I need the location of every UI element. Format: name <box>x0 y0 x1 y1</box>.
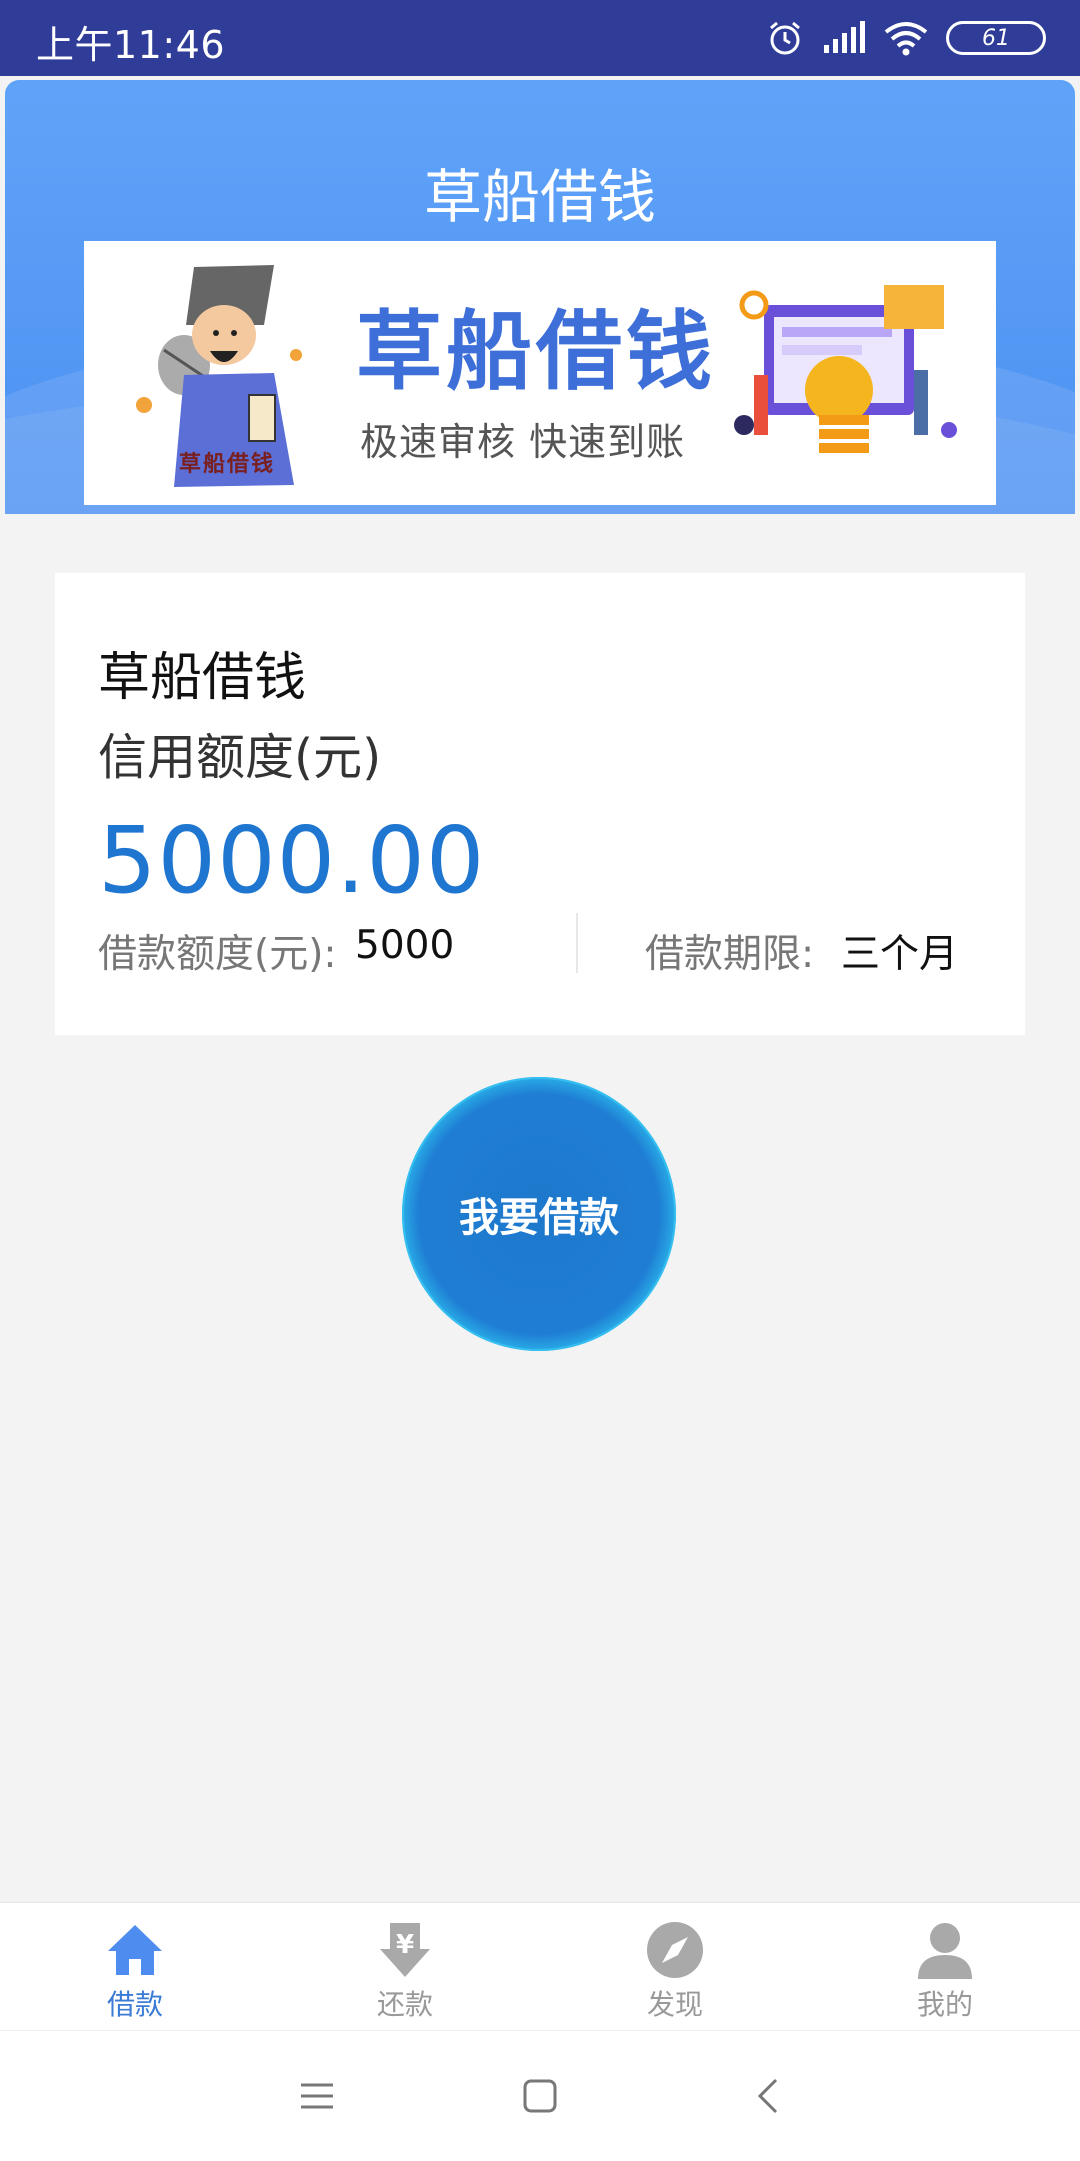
yen-download-icon: ¥ <box>374 1919 436 1981</box>
page-title: 草船借钱 <box>423 163 656 231</box>
tab-repay[interactable]: ¥ 还款 <box>270 1903 540 2031</box>
credit-card-panel: 草船借钱 信用额度(元) 5000.00 借款额度(元): 5000 借款期限:… <box>55 573 1025 1035</box>
tab-discover[interactable]: 发现 <box>540 1903 810 2031</box>
status-bar: 上午11:46 61 <box>0 0 1080 76</box>
banner-brand: 草船借钱 <box>356 302 716 402</box>
mascot-caption: 草船借钱 <box>179 452 276 477</box>
signal-icon <box>824 21 865 53</box>
finance-illustration <box>734 285 957 453</box>
tab-mine[interactable]: 我的 <box>810 1903 1080 2031</box>
loan-term-label: 借款期限: <box>645 932 815 977</box>
loan-limit-value: 5000 <box>355 923 455 968</box>
card-title: 草船借钱 <box>98 648 307 708</box>
banner-slogan: 极速审核 快速到账 <box>360 420 686 464</box>
credit-amount: 5000.00 <box>98 807 486 914</box>
tab-label: 发现 <box>646 1988 703 2021</box>
divider <box>576 913 578 973</box>
loan-limit-label: 借款额度(元): <box>98 932 337 977</box>
wifi-icon <box>884 22 928 56</box>
loan-term-value: 三个月 <box>841 932 959 977</box>
credit-limit-label: 信用额度(元) <box>98 729 382 786</box>
user-icon <box>914 1919 976 1981</box>
borrow-button-label: 我要借款 <box>459 1195 619 1241</box>
bottom-tab-bar: 借款 ¥ 还款 发现 我的 <box>0 1902 1080 2031</box>
home-button[interactable] <box>505 2061 575 2131</box>
system-navigation-bar <box>0 2030 1080 2161</box>
svg-text:¥: ¥ <box>396 1930 414 1960</box>
home-icon <box>104 1919 166 1981</box>
back-button[interactable] <box>733 2061 803 2131</box>
menu-button[interactable] <box>282 2061 352 2131</box>
tab-label: 我的 <box>916 1988 973 2021</box>
compass-icon <box>644 1919 706 1981</box>
square-icon <box>523 2079 557 2113</box>
alarm-icon <box>770 21 800 55</box>
promo-banner[interactable]: 草船借钱 草船借钱 极速审核 快速到账 <box>84 241 996 505</box>
status-time: 上午11:46 <box>36 23 226 67</box>
status-icons: 61 <box>766 14 1046 62</box>
battery-indicator: 61 <box>946 21 1046 55</box>
tab-label: 借款 <box>106 1988 163 2021</box>
tab-borrow[interactable]: 借款 <box>0 1903 270 2031</box>
tab-label: 还款 <box>376 1988 433 2021</box>
back-icon <box>757 2078 778 2114</box>
borrow-button[interactable]: 我要借款 <box>402 1077 676 1351</box>
menu-icon <box>301 2083 333 2109</box>
battery-level: 61 <box>982 25 1010 51</box>
